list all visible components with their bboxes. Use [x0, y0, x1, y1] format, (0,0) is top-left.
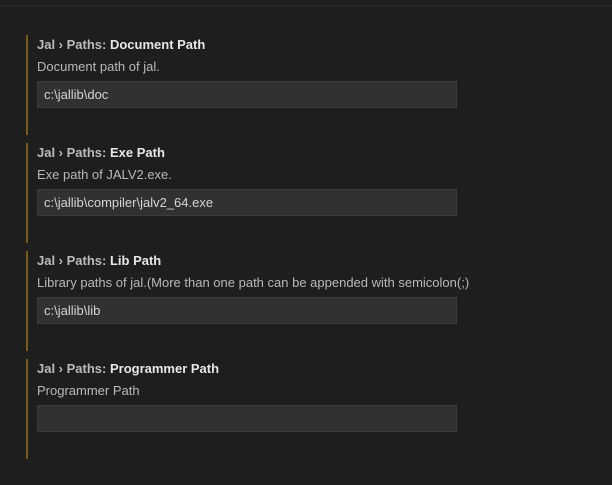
top-divider [0, 5, 612, 6]
setting-category: Jal › Paths: [37, 253, 110, 268]
setting-description: Library paths of jal.(More than one path… [37, 275, 470, 290]
setting-category: Jal › Paths: [37, 361, 110, 376]
setting-exe-path: Jal › Paths: Exe Path Exe path of JALV2.… [26, 143, 466, 243]
setting-name: Lib Path [109, 253, 162, 268]
programmer-path-input[interactable] [37, 405, 457, 432]
lib-path-input[interactable] [37, 297, 457, 324]
setting-description: Document path of jal. [37, 59, 160, 74]
setting-title: Jal › Paths: Exe Path [37, 145, 165, 161]
document-path-input[interactable] [37, 81, 457, 108]
setting-description: Programmer Path [37, 383, 140, 398]
exe-path-input[interactable] [37, 189, 457, 216]
setting-title: Jal › Paths: Document Path [37, 37, 205, 53]
setting-title: Jal › Paths: Programmer Path [37, 361, 219, 377]
setting-category: Jal › Paths: [37, 37, 110, 52]
setting-name: Programmer Path [109, 361, 220, 376]
setting-category: Jal › Paths: [37, 145, 110, 160]
setting-name: Exe Path [109, 145, 165, 160]
setting-title: Jal › Paths: Lib Path [37, 253, 161, 269]
setting-lib-path: Jal › Paths: Lib Path Library paths of j… [26, 251, 470, 351]
setting-description: Exe path of JALV2.exe. [37, 167, 172, 182]
setting-programmer-path: Jal › Paths: Programmer Path Programmer … [26, 359, 466, 459]
setting-name: Document Path [109, 37, 206, 52]
setting-document-path: Jal › Paths: Document Path Document path… [26, 35, 466, 135]
